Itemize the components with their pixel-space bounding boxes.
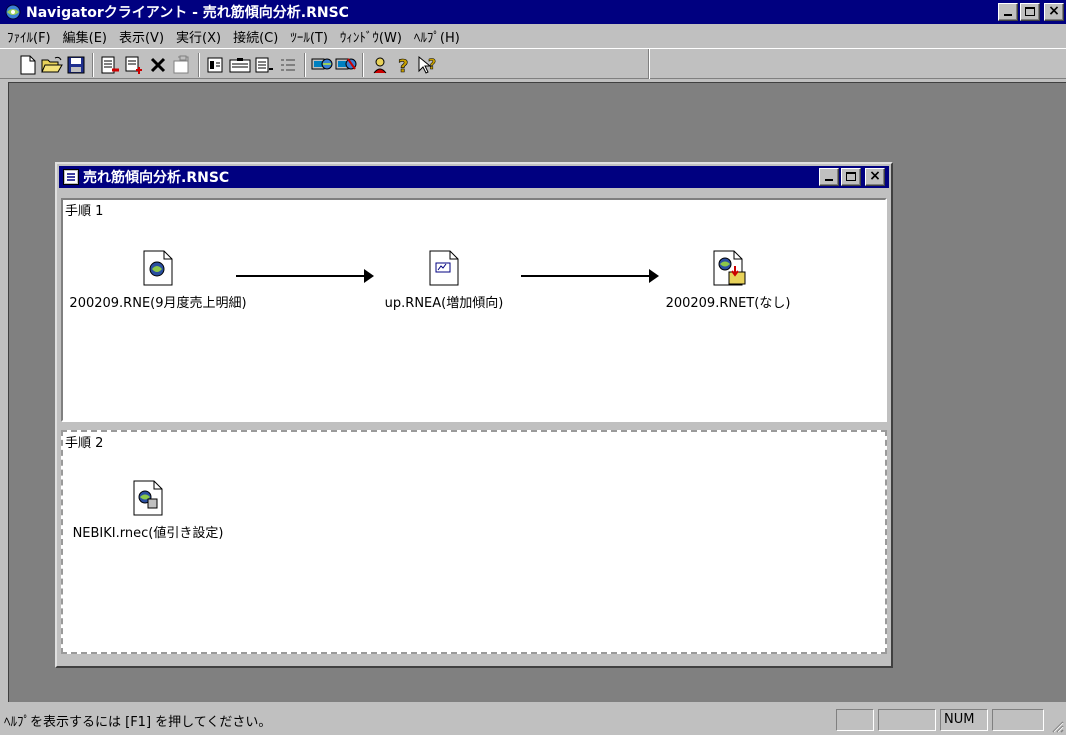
- child-close-button[interactable]: ×: [865, 168, 885, 186]
- menu-tools[interactable]: ﾂｰﾙ(T): [287, 27, 337, 46]
- context-help-button[interactable]: ?: [416, 53, 440, 77]
- svg-text:?: ?: [428, 57, 436, 73]
- connect-icon: [311, 58, 333, 69]
- maximize-icon: [1025, 7, 1035, 16]
- insert-step-button[interactable]: [122, 53, 146, 77]
- node-caption: 200209.RNET(なし): [665, 296, 791, 311]
- toolbar-end-separator: [648, 49, 650, 79]
- child-window: 売れ筋傾向分析.RNSC × 手順 1 200209.RNE(9月度売上明細) …: [55, 162, 893, 668]
- new-button[interactable]: [16, 53, 40, 77]
- app-title-bar[interactable]: Navigatorクライアント - 売れ筋傾向分析.RNSC ×: [0, 0, 1066, 24]
- window-controls: ×: [998, 3, 1064, 21]
- schedule-icon: [255, 57, 273, 72]
- step-1-pane[interactable]: 手順 1 200209.RNE(9月度売上明細) up.RNEA(増加傾向) 2…: [61, 198, 887, 422]
- status-bar: ﾍﾙﾌﾟを表示するには [F1] を押してください。 NUM: [0, 703, 1066, 735]
- menu-window[interactable]: ｳｨﾝﾄﾞｳ(W): [337, 27, 411, 46]
- help-icon: ?: [398, 55, 409, 75]
- menu-bar: ﾌｧｲﾙ(F) 編集(E) 表示(V) 実行(X) 接続(C) ﾂｰﾙ(T) ｳ…: [0, 25, 1066, 47]
- add-step-button[interactable]: [98, 53, 122, 77]
- minimize-icon: [825, 179, 833, 181]
- menu-connect[interactable]: 接続(C): [230, 27, 287, 46]
- maximize-icon: [846, 172, 856, 181]
- child-title-bar[interactable]: 売れ筋傾向分析.RNSC ×: [59, 166, 889, 188]
- help-button[interactable]: ?: [392, 53, 416, 77]
- maximize-button[interactable]: [1020, 3, 1040, 21]
- menu-view[interactable]: 表示(V): [116, 27, 173, 46]
- svg-text:?: ?: [398, 56, 408, 75]
- step-label: 手順 1: [65, 204, 104, 219]
- user-icon: [373, 57, 387, 73]
- status-panel: [878, 709, 936, 731]
- properties-button[interactable]: [170, 53, 194, 77]
- execute-icon: [207, 57, 223, 72]
- node-caption: 200209.RNE(9月度売上明細): [69, 296, 247, 311]
- app-title: Navigatorクライアント - 売れ筋傾向分析.RNSC: [26, 5, 349, 21]
- disconnect-button[interactable]: [334, 53, 358, 77]
- rnet-file-icon: [713, 250, 746, 286]
- rne-file-icon: [143, 250, 173, 286]
- schedule-button[interactable]: [252, 53, 276, 77]
- rnec-file-icon: [133, 480, 163, 516]
- open-button[interactable]: [40, 53, 64, 77]
- minimize-icon: [1004, 14, 1012, 16]
- flow-node-rne[interactable]: 200209.RNE(9月度売上明細): [63, 250, 253, 311]
- status-panel-num: NUM: [940, 709, 988, 731]
- disconnect-icon: [335, 57, 357, 70]
- toolbar: ? ?: [0, 48, 1066, 79]
- child-title: 売れ筋傾向分析.RNSC: [83, 170, 230, 186]
- menu-edit[interactable]: 編集(E): [60, 27, 116, 46]
- minimize-button[interactable]: [998, 3, 1018, 21]
- context-help-icon: ?: [418, 55, 436, 74]
- toolbar-separator: [304, 52, 306, 77]
- rnsc-document-icon[interactable]: [63, 169, 79, 185]
- toolbar-separator: [92, 52, 94, 77]
- insert-step-icon: [125, 56, 142, 74]
- run-all-icon: [229, 57, 251, 72]
- save-button[interactable]: [64, 53, 88, 77]
- resize-grip-icon[interactable]: [1050, 719, 1064, 733]
- toolbar-separator: [198, 52, 200, 77]
- status-panel: [836, 709, 874, 731]
- flow-node-rnec[interactable]: NEBIKI.rnec(値引き設定): [63, 480, 233, 541]
- delete-icon: [150, 57, 166, 72]
- flow-node-rnea[interactable]: up.RNEA(増加傾向): [359, 250, 529, 311]
- step-label: 手順 2: [65, 436, 104, 451]
- new-icon: [20, 55, 36, 74]
- close-icon: ×: [1048, 3, 1060, 19]
- node-caption: NEBIKI.rnec(値引き設定): [72, 526, 224, 541]
- properties-icon: [173, 55, 189, 73]
- connect-button[interactable]: [310, 53, 334, 77]
- save-icon: [67, 56, 85, 73]
- close-icon: ×: [869, 168, 881, 184]
- menu-execute[interactable]: 実行(X): [173, 27, 230, 46]
- delete-button[interactable]: [146, 53, 170, 77]
- toolbar-separator: [362, 52, 364, 77]
- node-caption: up.RNEA(増加傾向): [384, 296, 504, 311]
- open-icon: [41, 56, 63, 72]
- navigator-app-icon[interactable]: [4, 3, 22, 21]
- step-2-pane[interactable]: 手順 2 NEBIKI.rnec(値引き設定): [61, 430, 887, 654]
- menu-help[interactable]: ﾍﾙﾌﾟ(H): [411, 27, 469, 46]
- run-all-button[interactable]: [228, 53, 252, 77]
- list-icon: [281, 58, 295, 71]
- flow-arrow: [236, 269, 374, 283]
- status-text: ﾍﾙﾌﾟを表示するには [F1] を押してください。: [4, 715, 272, 730]
- list-button[interactable]: [276, 53, 300, 77]
- execute-button[interactable]: [204, 53, 228, 77]
- rnea-file-icon: [429, 250, 459, 286]
- user-button[interactable]: [368, 53, 392, 77]
- menu-file[interactable]: ﾌｧｲﾙ(F): [4, 27, 60, 46]
- child-window-controls: ×: [819, 168, 885, 186]
- flow-node-rnet[interactable]: 200209.RNET(なし): [643, 250, 813, 311]
- child-minimize-button[interactable]: [819, 168, 839, 186]
- add-step-icon: [101, 56, 119, 73]
- child-maximize-button[interactable]: [841, 168, 861, 186]
- status-panel: [992, 709, 1044, 731]
- flow-arrow: [521, 269, 659, 283]
- close-button[interactable]: ×: [1044, 3, 1064, 21]
